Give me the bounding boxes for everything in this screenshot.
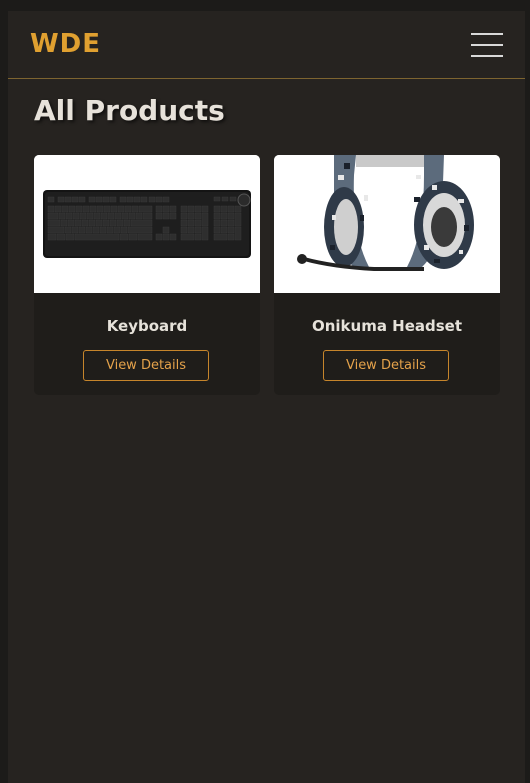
view-details-button[interactable]: View Details [323, 350, 449, 381]
headset-image[interactable] [274, 155, 500, 293]
logo[interactable]: WDE [30, 29, 101, 59]
view-details-button[interactable]: View Details [83, 350, 209, 381]
product-card: Keyboard View Details [34, 155, 260, 395]
app-frame: WDE All Products Keyboard View Details O… [8, 11, 525, 783]
menu-line [471, 44, 503, 46]
product-card: Onikuma Headset View Details [274, 155, 500, 395]
menu-line [471, 55, 503, 57]
hamburger-menu-icon[interactable] [471, 30, 505, 60]
product-name: Keyboard [106, 317, 188, 335]
navbar: WDE [8, 11, 525, 79]
page-title: All Products [34, 94, 225, 127]
product-name: Onikuma Headset [311, 317, 463, 335]
menu-line [471, 33, 503, 35]
keyboard-image[interactable] [34, 155, 260, 293]
